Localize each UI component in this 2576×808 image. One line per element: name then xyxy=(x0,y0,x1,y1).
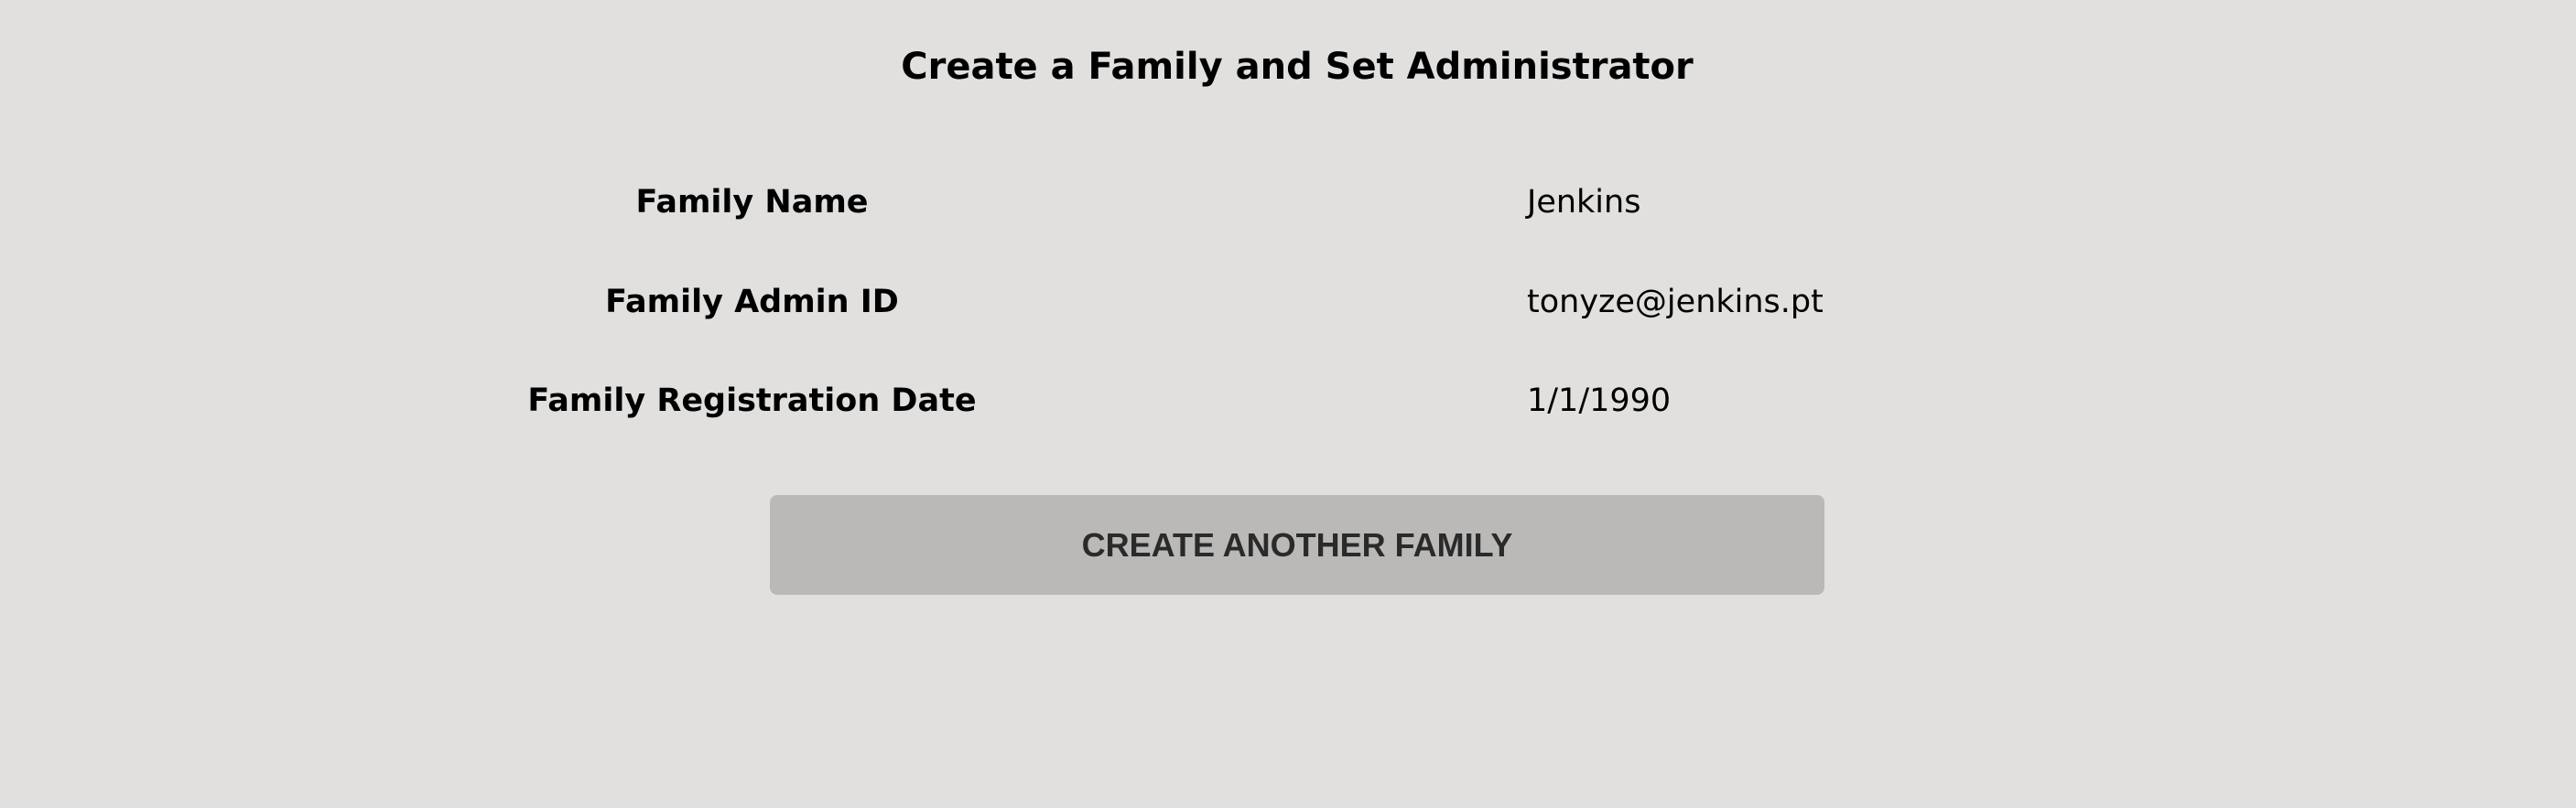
page-title: Create a Family and Set Administrator xyxy=(901,46,1694,88)
family-name-row: Family Name Jenkins xyxy=(0,175,2576,230)
create-family-page: Create a Family and Set Administrator Fa… xyxy=(0,0,2576,808)
create-another-family-button[interactable]: CREATE ANOTHER FAMILY xyxy=(770,495,1824,595)
family-registration-date-value: 1/1/1990 xyxy=(1527,382,1672,419)
family-admin-id-label: Family Admin ID xyxy=(605,284,899,320)
family-registration-date-row: Family Registration Date 1/1/1990 xyxy=(0,373,2576,428)
family-admin-id-value: tonyze@jenkins.pt xyxy=(1527,284,1824,320)
family-name-value: Jenkins xyxy=(1527,184,1641,221)
family-registration-date-label: Family Registration Date xyxy=(527,382,977,419)
family-admin-id-row: Family Admin ID tonyze@jenkins.pt xyxy=(0,275,2576,329)
family-name-label: Family Name xyxy=(635,184,869,221)
